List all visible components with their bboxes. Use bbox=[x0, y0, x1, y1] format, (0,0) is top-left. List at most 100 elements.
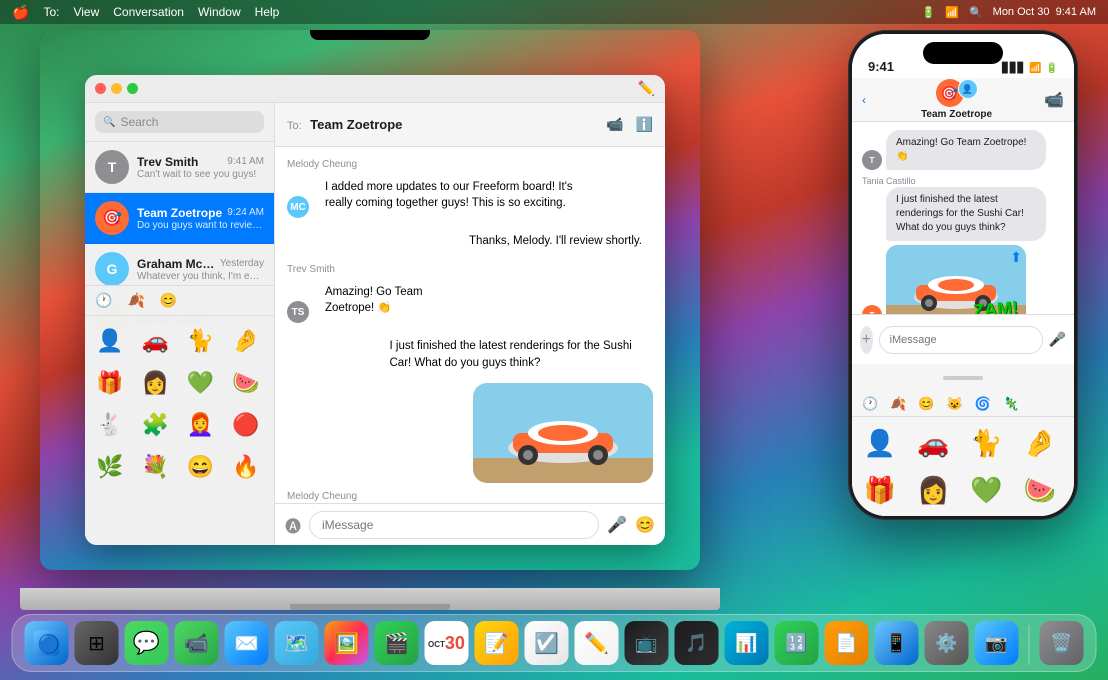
iphone-tab-bubble[interactable]: 🌀 bbox=[975, 396, 991, 412]
compose-button[interactable]: ✏️ bbox=[638, 80, 655, 97]
iphone-sticker-cat[interactable]: 🐈 bbox=[965, 421, 1009, 465]
minimize-button[interactable] bbox=[111, 83, 122, 94]
search-bar[interactable]: 🔍 Search bbox=[95, 111, 264, 133]
dock-freeform[interactable]: ✏️ bbox=[575, 621, 619, 665]
iphone-share-button[interactable]: ⬆ bbox=[1010, 249, 1022, 266]
sticker-leaf[interactable]: 🌿 bbox=[91, 448, 129, 486]
iphone-sticker-hand[interactable]: 🤌 bbox=[1018, 421, 1062, 465]
conv-info-zoetrope: Team Zoetrope 9:24 AM Do you guys want t… bbox=[137, 206, 264, 231]
sticker-puzzle[interactable]: 🧩 bbox=[136, 406, 174, 444]
dock-numbers[interactable]: 🔢 bbox=[775, 621, 819, 665]
dock-simulator[interactable]: 📱 bbox=[875, 621, 919, 665]
chat-input-bar: 🅐 🎤 😊 bbox=[275, 503, 665, 545]
iphone-plus-button[interactable]: + bbox=[860, 326, 873, 354]
menu-edit[interactable]: To: bbox=[43, 5, 59, 19]
dock-launchpad[interactable]: ⊞ bbox=[75, 621, 119, 665]
iphone-tab-nature[interactable]: 🍂 bbox=[890, 396, 906, 412]
sticker-tab-nature[interactable]: 🍂 bbox=[127, 292, 144, 309]
sticker-tab-emoji[interactable]: 😊 bbox=[160, 292, 177, 309]
cal-day: 30 bbox=[445, 634, 465, 652]
dock-mail[interactable]: ✉️ bbox=[225, 621, 269, 665]
info-icon[interactable]: ℹ️ bbox=[636, 116, 653, 133]
dock-calendar[interactable]: OCT 30 bbox=[425, 621, 469, 665]
iphone-tab-lizard[interactable]: 🦎 bbox=[1003, 396, 1019, 412]
msg-sender-melody-2: Melody Cheung bbox=[287, 491, 357, 502]
iphone-group-avatar-2: 👤 bbox=[958, 79, 978, 99]
sticker-heart[interactable]: 💚 bbox=[182, 364, 220, 402]
iphone-tab-emoji[interactable]: 😊 bbox=[918, 396, 934, 412]
dock-photos[interactable]: 🖼️ bbox=[325, 621, 369, 665]
iphone-back-button[interactable]: ‹ bbox=[862, 93, 869, 107]
iphone-sushi-image: ZAM! ⬆ bbox=[886, 245, 1026, 314]
avatar-trev: T bbox=[95, 150, 129, 184]
iphone-mic-icon[interactable]: 🎤 bbox=[1049, 331, 1066, 348]
sticker-red[interactable]: 🔴 bbox=[227, 406, 265, 444]
sticker-person[interactable]: 👤 bbox=[91, 322, 129, 360]
dock-reminders[interactable]: ☑️ bbox=[525, 621, 569, 665]
dock-maps[interactable]: 🗺️ bbox=[275, 621, 319, 665]
menu-help[interactable]: Help bbox=[255, 5, 280, 19]
dock-notes[interactable]: 📝 bbox=[475, 621, 519, 665]
iphone-tab-cat[interactable]: 😺 bbox=[947, 396, 963, 412]
dock-messages[interactable]: 💬 bbox=[125, 621, 169, 665]
dock-photos2[interactable]: 📷 bbox=[975, 621, 1019, 665]
macbook-hinge bbox=[290, 604, 450, 610]
iphone-message-input[interactable] bbox=[879, 326, 1043, 354]
dock-pages[interactable]: 📄 bbox=[825, 621, 869, 665]
sticker-car[interactable]: 🚗 bbox=[136, 322, 174, 360]
chat-input-field[interactable] bbox=[309, 511, 599, 539]
dock-keynote[interactable]: 📊 bbox=[725, 621, 769, 665]
sticker-tab-recent[interactable]: 🕐 bbox=[95, 292, 112, 309]
sticker-woman2[interactable]: 👩‍🦰 bbox=[182, 406, 220, 444]
dock-trash[interactable]: 🗑️ bbox=[1040, 621, 1084, 665]
audio-icon[interactable]: 🎤 bbox=[607, 515, 627, 535]
iphone-sticker-gift[interactable]: 🎁 bbox=[858, 468, 902, 512]
menu-conversation[interactable]: Conversation bbox=[113, 5, 184, 19]
iphone-sticker-woman[interactable]: 👩 bbox=[911, 468, 955, 512]
menu-window[interactable]: Window bbox=[198, 5, 241, 19]
apple-menu[interactable]: 🍎 bbox=[12, 4, 29, 21]
sticker-woman[interactable]: 👩 bbox=[136, 364, 174, 402]
iphone-bubble-tania: I just finished the latest renderings fo… bbox=[886, 187, 1046, 241]
iphone-messages-list: T Amazing! Go Team Zoetrope! 👏 Tania Cas… bbox=[852, 122, 1074, 314]
sticker-fire[interactable]: 🔥 bbox=[227, 448, 265, 486]
video-call-icon[interactable]: 📹 bbox=[606, 116, 623, 133]
close-button[interactable] bbox=[95, 83, 106, 94]
conversation-item-zoetrope[interactable]: 🎯 Team Zoetrope 9:24 AM Do you guys want… bbox=[85, 193, 274, 244]
iphone-sticker-car[interactable]: 🚗 bbox=[911, 421, 955, 465]
iphone-video-button[interactable]: 📹 bbox=[1044, 90, 1064, 110]
iphone-sender-tania: Tania Castillo bbox=[862, 176, 916, 186]
iphone-sticker-person[interactable]: 👤 bbox=[858, 421, 902, 465]
emoji-icon[interactable]: 😊 bbox=[635, 515, 655, 535]
menu-view[interactable]: View bbox=[73, 5, 99, 19]
apps-icon[interactable]: 🅐 bbox=[285, 513, 301, 537]
sticker-gift[interactable]: 🎁 bbox=[91, 364, 129, 402]
dock-facetime[interactable]: 📹 bbox=[175, 621, 219, 665]
iphone-sticker-handle-bar[interactable] bbox=[852, 364, 1074, 392]
svg-text:🔵: 🔵 bbox=[38, 633, 60, 654]
iphone-sticker-heart[interactable]: 💚 bbox=[965, 468, 1009, 512]
menu-search[interactable]: 🔍 bbox=[969, 6, 983, 19]
chat-recipient-info: To: Team Zoetrope bbox=[287, 116, 402, 134]
sticker-hand[interactable]: 🤌 bbox=[227, 322, 265, 360]
iphone-sticker-watermelon[interactable]: 🍉 bbox=[1018, 468, 1062, 512]
sticker-cat[interactable]: 🐈 bbox=[182, 322, 220, 360]
sticker-rabbit[interactable]: 🐇 bbox=[91, 406, 129, 444]
chat-header: To: Team Zoetrope 📹 ℹ️ bbox=[275, 103, 665, 147]
iphone-tab-recent[interactable]: 🕐 bbox=[862, 396, 878, 412]
dock-music[interactable]: 🎵 bbox=[675, 621, 719, 665]
sticker-laugh[interactable]: 😄 bbox=[182, 448, 220, 486]
dock-facetime2[interactable]: 🎬 bbox=[375, 621, 419, 665]
conv-preview-graham: Whatever you think, I'm easy! bbox=[137, 271, 264, 282]
menu-battery: 🔋 bbox=[922, 6, 936, 19]
dock-finder[interactable]: 🔵 bbox=[25, 621, 69, 665]
dock-system-prefs[interactable]: ⚙️ bbox=[925, 621, 969, 665]
dock-tv[interactable]: 📺 bbox=[625, 621, 669, 665]
macbook-base bbox=[20, 588, 720, 610]
sticker-watermelon[interactable]: 🍉 bbox=[227, 364, 265, 402]
maximize-button[interactable] bbox=[127, 83, 138, 94]
conv-name-zoetrope: Team Zoetrope bbox=[137, 206, 222, 220]
conversation-item-trev[interactable]: T Trev Smith 9:41 AM Can't wait to see y… bbox=[85, 142, 274, 193]
iphone-avatar-tania: T bbox=[862, 305, 882, 314]
sticker-flowers[interactable]: 💐 bbox=[136, 448, 174, 486]
